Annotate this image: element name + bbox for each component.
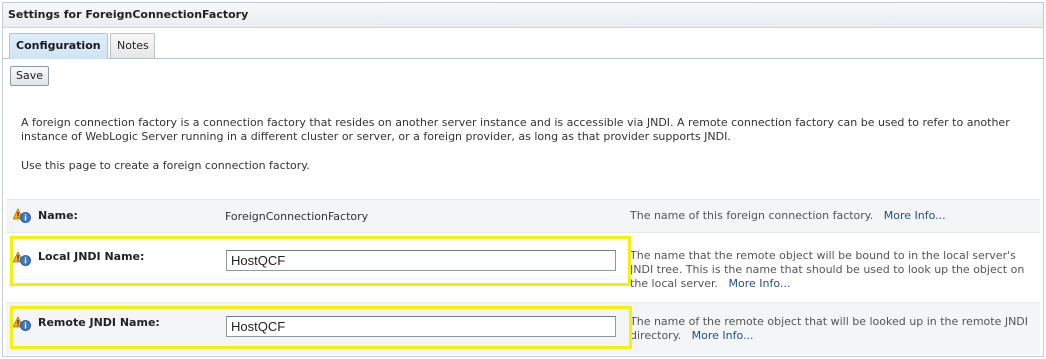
local-jndi-help-description: The name that the remote object will be … [630,249,1025,290]
tab-notes[interactable]: Notes [110,33,155,58]
tab-configuration[interactable]: Configuration [9,33,108,59]
local-jndi-help-text: The name that the remote object will be … [630,249,1030,291]
local-jndi-input[interactable] [226,250,616,271]
remote-jndi-help-text: The name of the remote object that will … [630,315,1030,343]
remote-jndi-more-info-link[interactable]: More Info... [692,329,754,342]
name-help-text: The name of this foreign connection fact… [630,209,946,223]
local-jndi-more-info-link[interactable]: More Info... [728,277,790,290]
info-warning-icon [13,316,31,331]
name-help-description: The name of this foreign connection fact… [630,209,874,222]
property-row-name: Name: ForeignConnectionFactory The name … [6,199,1040,232]
remote-jndi-label: Remote JNDI Name: [38,316,160,329]
property-row-remote-jndi: Remote JNDI Name: The name of the remote… [6,302,1040,355]
description-instruction: Use this page to create a foreign connec… [21,159,310,172]
name-label: Name: [38,209,78,222]
description-paragraph: A foreign connection factory is a connec… [21,116,1010,143]
remote-jndi-input[interactable] [226,316,616,337]
name-more-info-link[interactable]: More Info... [884,209,946,222]
tab-strip: Configuration Notes [3,28,1043,59]
remote-jndi-help-description: The name of the remote object that will … [630,315,1029,342]
info-warning-icon [13,251,31,266]
page-title: Settings for ForeignConnectionFactory [8,8,249,21]
info-warning-icon [13,208,31,223]
local-jndi-label: Local JNDI Name: [38,250,145,263]
save-button[interactable]: Save [10,66,50,86]
name-value: ForeignConnectionFactory [225,210,369,223]
property-row-local-jndi: Local JNDI Name: The name that the remot… [6,232,1040,295]
panel-title-bar: Settings for ForeignConnectionFactory [3,3,1043,28]
